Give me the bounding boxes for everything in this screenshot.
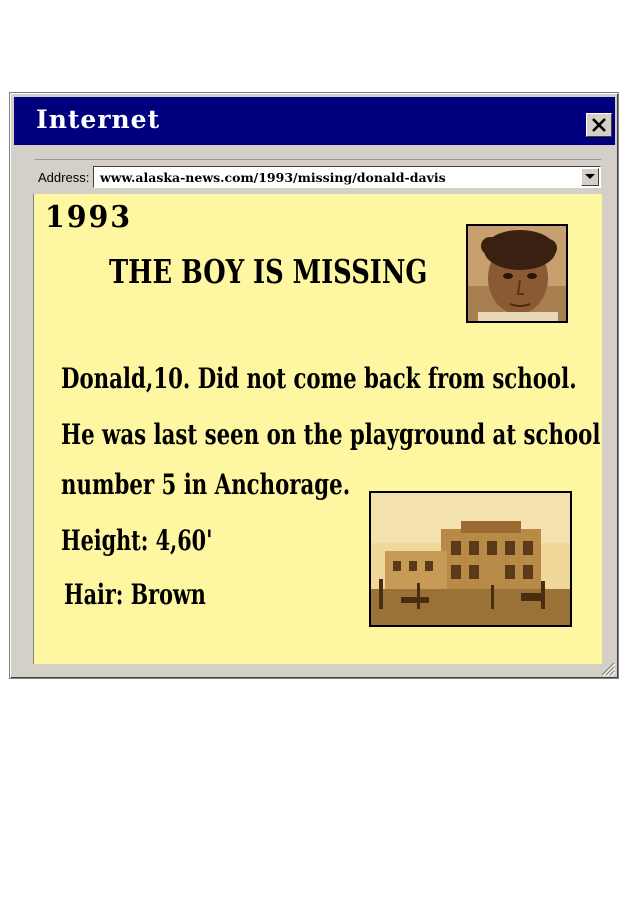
resize-grip-icon[interactable] [599, 660, 615, 676]
article-year: 1993 [45, 200, 132, 235]
close-icon [592, 118, 606, 132]
address-url[interactable]: www.alaska-news.com/1993/missing/donald-… [100, 170, 446, 185]
browser-window: Internet Address: www.alaska-news.com/19… [9, 92, 619, 679]
article-hair: Hair: Brown [64, 578, 206, 611]
toolbar-divider [35, 159, 601, 160]
title-bar[interactable]: Internet [14, 97, 615, 145]
article-height: Height: 4,60' [61, 524, 213, 557]
address-label: Address: [38, 170, 90, 185]
close-button[interactable] [586, 113, 612, 137]
address-field[interactable]: www.alaska-news.com/1993/missing/donald-… [93, 166, 601, 188]
address-dropdown-button[interactable] [581, 168, 599, 186]
article-line: He was last seen on the playground at sc… [61, 418, 601, 451]
article-headline: THE BOY IS MISSING [109, 252, 428, 291]
chevron-down-icon [585, 174, 595, 179]
boy-portrait-photo [466, 224, 568, 323]
window-title: Internet [36, 105, 161, 134]
article-line: number 5 in Anchorage. [61, 468, 351, 501]
page-content: 1993 THE BOY IS MISSING Donald,10. Did n… [33, 194, 602, 664]
article-line: Donald,10. Did not come back from school… [61, 362, 577, 395]
school-photo [369, 491, 572, 627]
